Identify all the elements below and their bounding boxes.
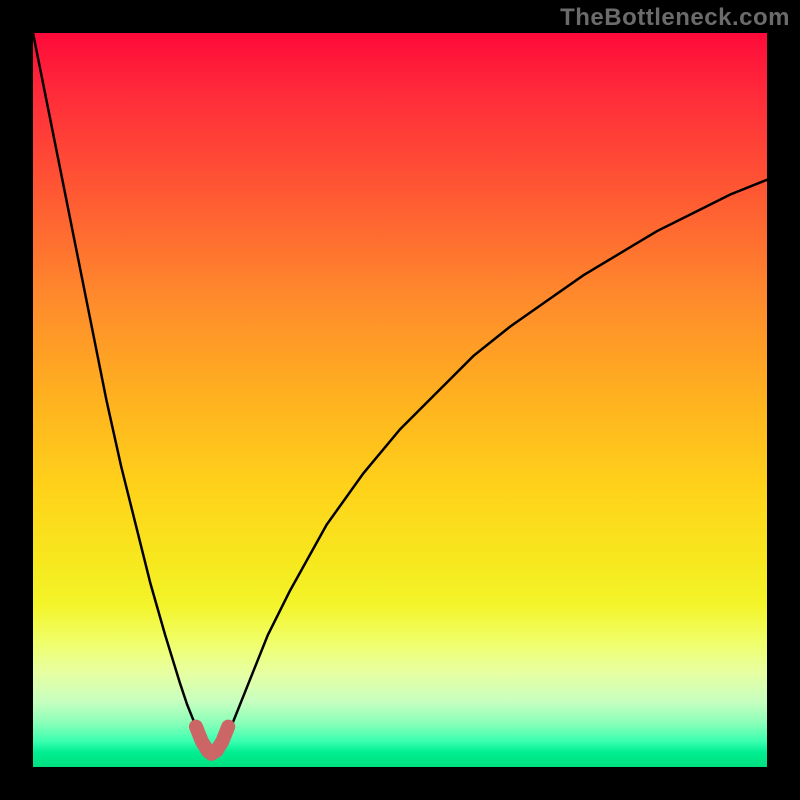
chart-svg [33,33,767,767]
watermark-text: TheBottleneck.com [560,4,790,32]
chart-frame: TheBottleneck.com [0,0,800,800]
bottleneck-curve [33,33,767,755]
emphasis-zone [196,727,228,754]
